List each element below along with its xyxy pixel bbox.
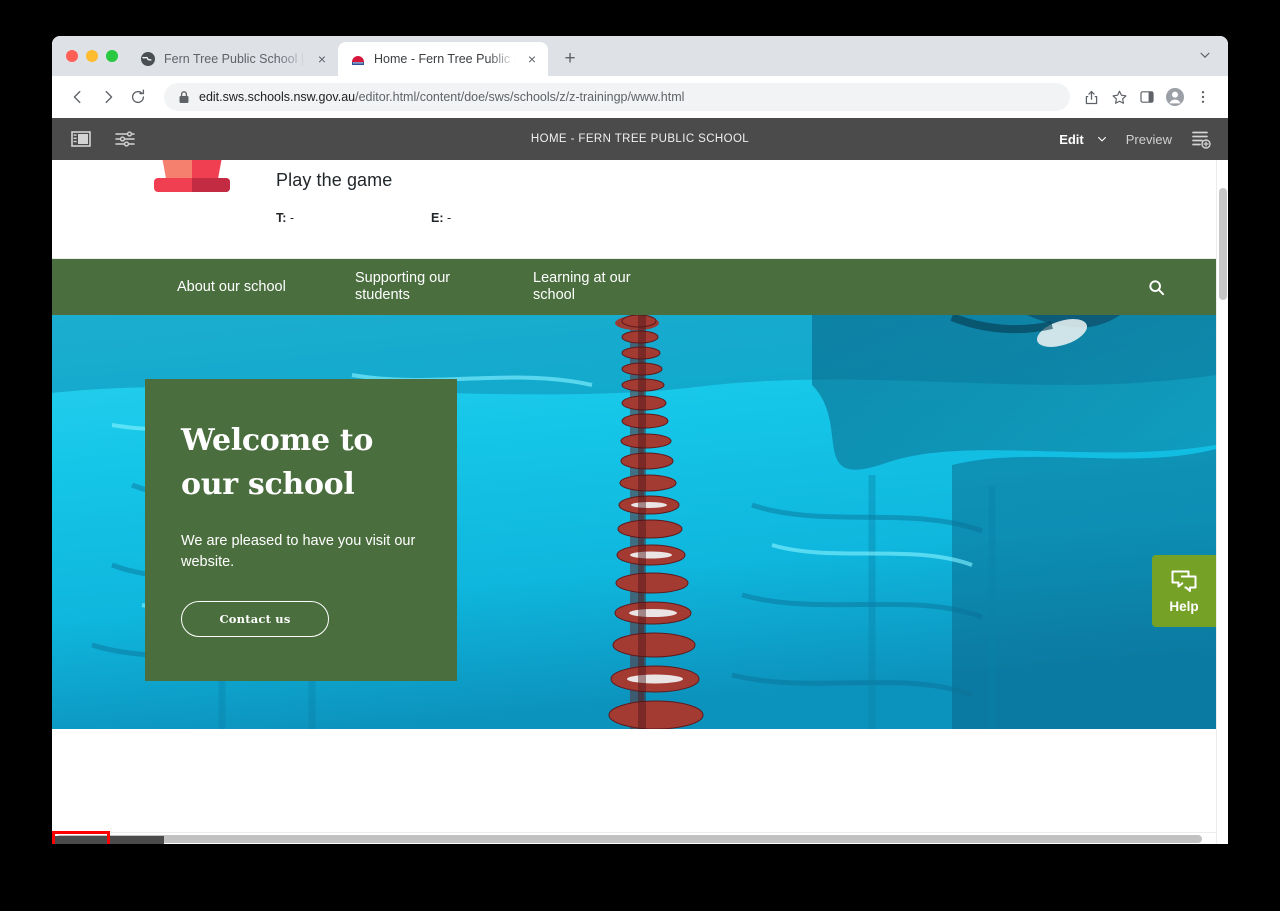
canvas-horizontal-scrollbar-thumb[interactable] bbox=[56, 835, 1202, 843]
search-icon[interactable] bbox=[1144, 275, 1168, 299]
aem-toolbar-left bbox=[52, 128, 136, 150]
add-annotation-icon[interactable] bbox=[1190, 128, 1212, 150]
aem-edit-mode-label: Edit bbox=[1059, 131, 1084, 147]
reload-button[interactable] bbox=[124, 83, 152, 111]
school-phone: T: - bbox=[276, 211, 431, 225]
browser-toolbar: edit.sws.schools.nsw.gov.au/editor.html/… bbox=[52, 76, 1228, 118]
aem-editor-toolbar: HOME - FERN TREE PUBLIC SCHOOL Edit Prev… bbox=[52, 118, 1228, 160]
tab-list: Fern Tree Public School | AEM × Home - F… bbox=[128, 42, 584, 76]
browser-tab-2-title: Home - Fern Tree Public Schoo bbox=[374, 52, 516, 66]
welcome-heading: Welcome to our school bbox=[181, 423, 374, 502]
aem-page-canvas: Play the game T: - E: - About our school… bbox=[52, 160, 1228, 844]
url-path: /editor.html/content/doe/sws/schools/z/z… bbox=[355, 90, 685, 104]
tab-strip: Fern Tree Public School | AEM × Home - F… bbox=[52, 36, 1228, 76]
school-phone-value: - bbox=[289, 211, 295, 225]
school-email-label: E: bbox=[431, 211, 444, 225]
nsw-gov-icon bbox=[352, 56, 364, 65]
canvas-horizontal-scrollbar[interactable] bbox=[52, 832, 1216, 844]
window-close-button[interactable] bbox=[66, 50, 78, 62]
back-button[interactable] bbox=[64, 83, 92, 111]
school-phone-label: T: bbox=[276, 211, 287, 225]
school-email-value: - bbox=[446, 211, 452, 225]
site-page: Play the game T: - E: - About our school… bbox=[52, 160, 1216, 844]
globe-icon bbox=[141, 52, 155, 66]
window-minimize-button[interactable] bbox=[86, 50, 98, 62]
lock-icon bbox=[179, 91, 189, 103]
nav-item-learning-at-our-school[interactable]: Learning at our school bbox=[533, 270, 653, 304]
bookmark-star-icon[interactable] bbox=[1106, 84, 1132, 110]
welcome-body-text: We are pleased to have you visit our web… bbox=[181, 533, 416, 570]
share-icon[interactable] bbox=[1078, 84, 1104, 110]
browser-window: Fern Tree Public School | AEM × Home - F… bbox=[52, 36, 1228, 844]
layout-container-button[interactable] bbox=[109, 836, 164, 844]
flower-pot-logo bbox=[154, 160, 230, 192]
school-name: Play the game bbox=[276, 170, 393, 190]
site-main-navigation: About our school Supporting our students… bbox=[52, 258, 1216, 315]
school-email: E: - bbox=[431, 211, 586, 225]
aem-edit-mode-selector[interactable]: Edit bbox=[1059, 132, 1108, 147]
url-text: edit.sws.schools.nsw.gov.au/editor.html/… bbox=[199, 90, 684, 104]
canvas-vertical-scrollbar[interactable] bbox=[1216, 160, 1228, 844]
site-header: Play the game T: - E: - bbox=[52, 160, 1216, 258]
side-rail-icon[interactable] bbox=[70, 128, 92, 150]
component-insert-toolbar: + bbox=[52, 836, 164, 844]
browser-tab-1-close-icon[interactable]: × bbox=[314, 51, 330, 67]
school-logo bbox=[140, 160, 244, 224]
help-label: Help bbox=[1169, 598, 1199, 614]
hero-banner: Welcome to our school We are pleased to … bbox=[52, 315, 1216, 729]
school-identity: Play the game T: - E: - bbox=[276, 170, 586, 225]
nav-item-supporting-our-students[interactable]: Supporting our students bbox=[355, 270, 485, 304]
chevron-down-icon bbox=[1097, 136, 1106, 142]
insert-component-button[interactable]: + bbox=[52, 836, 107, 844]
chevron-down-icon[interactable] bbox=[1198, 48, 1212, 62]
window-maximize-button[interactable] bbox=[106, 50, 118, 62]
chrome-menu-icon[interactable] bbox=[1190, 84, 1216, 110]
url-host: edit.sws.schools.nsw.gov.au bbox=[199, 90, 356, 104]
help-button[interactable]: Help bbox=[1152, 555, 1216, 627]
aem-page-title: HOME - FERN TREE PUBLIC SCHOOL bbox=[530, 133, 750, 145]
school-contact-details: T: - E: - bbox=[276, 211, 586, 225]
browser-tab-2[interactable]: Home - Fern Tree Public Schoo × bbox=[338, 42, 548, 76]
nav-item-about-our-school[interactable]: About our school bbox=[177, 279, 286, 296]
sliders-icon[interactable] bbox=[114, 128, 136, 150]
canvas-vertical-scrollbar-thumb[interactable] bbox=[1219, 188, 1227, 300]
side-panel-icon[interactable] bbox=[1134, 84, 1160, 110]
browser-tab-2-close-icon[interactable]: × bbox=[524, 51, 540, 67]
window-traffic-lights bbox=[66, 50, 118, 62]
forward-button[interactable] bbox=[94, 83, 122, 111]
welcome-card: Welcome to our school We are pleased to … bbox=[145, 379, 457, 681]
new-tab-button[interactable]: + bbox=[556, 45, 584, 73]
aem-toolbar-right: Edit Preview bbox=[1059, 128, 1228, 150]
chat-bubble-icon bbox=[1171, 570, 1197, 592]
browser-tab-1[interactable]: Fern Tree Public School | AEM × bbox=[128, 42, 338, 76]
browser-tab-1-title: Fern Tree Public School | AEM bbox=[164, 52, 306, 66]
aem-preview-button[interactable]: Preview bbox=[1126, 132, 1172, 147]
profile-avatar-icon[interactable] bbox=[1162, 84, 1188, 110]
contact-us-button[interactable]: Contact us bbox=[181, 601, 329, 637]
url-bar[interactable]: edit.sws.schools.nsw.gov.au/editor.html/… bbox=[164, 83, 1070, 111]
